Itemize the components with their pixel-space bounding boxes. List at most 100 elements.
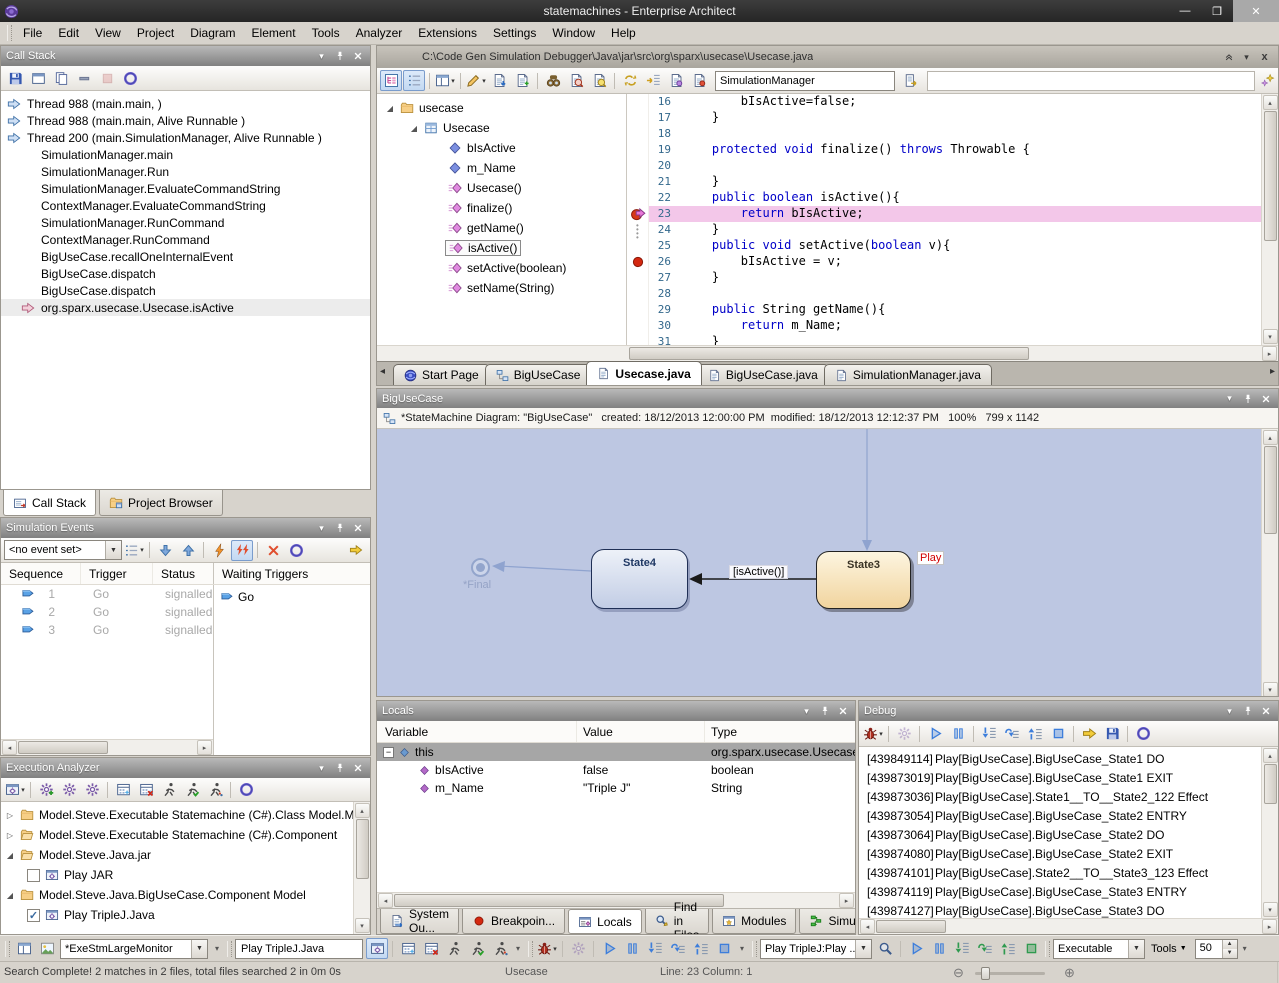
simulation-script-combo[interactable]: Play TripleJ:Play ...▼ [760, 939, 872, 959]
pin-icon[interactable] [332, 49, 347, 63]
toolbar-overflow-icon[interactable]: ▾ [1238, 944, 1252, 953]
step-into-icon[interactable] [978, 723, 1000, 744]
scroll-down-button[interactable]: ▾ [1263, 682, 1278, 696]
open-source-icon[interactable] [511, 70, 533, 91]
selected-tree-item[interactable]: isActive() [445, 240, 521, 256]
code-line-27[interactable]: 27 } [649, 270, 1261, 286]
search-icon[interactable] [874, 938, 896, 959]
stack-thread-row[interactable]: Thread 988 (main.main, Alive Runnable ) [1, 112, 370, 129]
editor-tab-bigusecase[interactable]: BigUseCase [485, 364, 592, 385]
line-numbers-icon[interactable] [403, 70, 425, 91]
analyzer-tree-row[interactable]: Play TripleJ.Java [1, 905, 353, 925]
stack-frame-row[interactable]: BigUseCase.dispatch [1, 282, 370, 299]
command-field[interactable] [927, 71, 1255, 91]
workspace-combo[interactable]: *ExeStmLargeMonitor▼ [60, 939, 208, 959]
close-panel-button[interactable] [350, 521, 365, 535]
structure-tree-row[interactable]: m_Name [377, 158, 626, 178]
analyzer-tree-row[interactable]: ▷Model.Steve.Executable Statemachine (C#… [1, 825, 353, 845]
pause-icon[interactable] [947, 723, 969, 744]
column-type[interactable]: Type [705, 721, 855, 742]
active-script-field[interactable]: Play TripleJ.Java [235, 939, 363, 959]
editor-tab-simulationmanager-java[interactable]: SimulationManager.java [824, 364, 992, 385]
variable-row[interactable]: −this org.sparx.usecase.Usecase [377, 743, 855, 761]
structure-tree-row[interactable]: getName() [377, 218, 626, 238]
menu-view[interactable]: View [87, 23, 129, 43]
analyzer-windows-icon[interactable]: ▾ [4, 779, 26, 800]
menu-edit[interactable]: Edit [50, 23, 87, 43]
scroll-up-button[interactable]: ▴ [355, 803, 370, 818]
waiting-trigger-row[interactable]: Go [214, 588, 370, 606]
toolbar-overflow-icon[interactable]: ▾ [511, 944, 525, 953]
code-line-16[interactable]: 16 bIsActive=false; [649, 94, 1261, 110]
event-set-combo[interactable]: <no event set>▼ [4, 540, 122, 560]
move-down-icon[interactable] [154, 540, 176, 561]
analyzer-tree-row[interactable]: ◢Model.Steve.Java.BigUseCase.Component M… [1, 885, 353, 905]
stack-window-icon[interactable] [27, 68, 49, 89]
column-variable[interactable]: Variable [377, 721, 577, 742]
edit-script-icon[interactable] [58, 779, 80, 800]
stop-icon[interactable] [1047, 723, 1069, 744]
cancel-build-icon[interactable] [135, 779, 157, 800]
help-icon[interactable] [119, 68, 141, 89]
menu-tools[interactable]: Tools [304, 23, 348, 43]
dock-tab-call-stack[interactable]: Call Stack [3, 490, 96, 516]
chevron-down-icon[interactable]: ▼ [105, 541, 121, 559]
build-icon[interactable] [112, 779, 134, 800]
menu-help[interactable]: Help [603, 23, 644, 43]
workspace-layout-icon[interactable] [13, 938, 35, 959]
current-stack-frame-row[interactable]: org.sparx.usecase.Usecase.isActive [1, 299, 370, 316]
scrollbar-thumb[interactable] [356, 819, 369, 879]
find-icon[interactable] [542, 70, 564, 91]
menu-settings[interactable]: Settings [485, 23, 544, 43]
dock-tab-project-browser[interactable]: Project Browser [99, 490, 223, 516]
final-transition-line[interactable] [499, 566, 591, 571]
code-line-20[interactable]: 20 [649, 158, 1261, 174]
pause-icon[interactable] [621, 938, 643, 959]
column-trigger[interactable]: Trigger [81, 563, 153, 584]
debug-log-row[interactable]: [439873036]Play[BigUseCase].State1__TO__… [859, 787, 1261, 806]
diagram-canvas[interactable]: *Final State4 State3 Play [isActive()] ▴… [377, 429, 1278, 696]
scroll-right-button[interactable]: ▸ [197, 740, 212, 755]
step-event-icon[interactable] [345, 540, 367, 561]
restore-button[interactable]: ❐ [1201, 0, 1233, 22]
pin-icon[interactable] [332, 761, 347, 775]
editor-tab-bigusecase-java[interactable]: BigUseCase.java [697, 364, 829, 385]
help-icon[interactable] [285, 540, 307, 561]
stack-frame-row[interactable]: SimulationManager.Run [1, 163, 370, 180]
panel-menu-button[interactable]: ▾ [1222, 392, 1237, 406]
help-icon[interactable] [1132, 723, 1154, 744]
column-status[interactable]: Status [153, 563, 214, 584]
help-icon[interactable] [235, 779, 257, 800]
copy-script-icon[interactable] [81, 779, 103, 800]
menu-window[interactable]: Window [544, 23, 603, 43]
spin-down-icon[interactable]: ▼ [1223, 949, 1237, 958]
scroll-down-button[interactable]: ▾ [1263, 902, 1278, 917]
stack-frame-row[interactable]: ContextManager.RunCommand [1, 231, 370, 248]
panel-menu-button[interactable]: ▾ [1239, 50, 1254, 64]
code-line-21[interactable]: 21 } [649, 174, 1261, 190]
splitter-handle[interactable]: •••• [636, 224, 639, 240]
close-panel-button[interactable] [1258, 704, 1273, 718]
expanded-arrow-icon[interactable]: ◢ [5, 891, 15, 900]
code-line-26[interactable]: 26 bIsActive = v; [649, 254, 1261, 270]
debugger-menu-icon[interactable]: ▾ [862, 723, 884, 744]
panel-menu-button[interactable]: ▾ [314, 49, 329, 63]
transition-guard-label[interactable]: [isActive()] [729, 565, 788, 579]
structure-tree-row[interactable]: bIsActive [377, 138, 626, 158]
stack-frame-row[interactable]: SimulationManager.EvaluateCommandString [1, 180, 370, 197]
event-row[interactable]: 2 Go signalled [1, 603, 213, 621]
code-line-17[interactable]: 17 } [649, 110, 1261, 126]
scrollbar-thumb[interactable] [1264, 764, 1277, 804]
debug-vscrollbar[interactable]: ▴ ▾ [1261, 747, 1278, 918]
expanded-arrow-icon[interactable]: ◢ [409, 124, 419, 133]
save-source-icon[interactable] [488, 70, 510, 91]
analyzer-tree-row[interactable]: ▷Model.Steve.Executable Statemachine (C#… [1, 805, 353, 825]
zoom-in-icon[interactable]: ⊕ [1064, 965, 1075, 981]
step-out-icon[interactable] [690, 938, 712, 959]
debug-log-row[interactable]: [439874080]Play[BigUseCase].BigUseCase_S… [859, 844, 1261, 863]
code-line-31[interactable]: 31 } [649, 334, 1261, 345]
script-checkbox[interactable] [27, 909, 40, 922]
column-sequence[interactable]: Sequence [1, 563, 81, 584]
code-line-22[interactable]: 22 public boolean isActive(){ [649, 190, 1261, 206]
analyzer-tree-row[interactable]: Play JAR [1, 865, 353, 885]
